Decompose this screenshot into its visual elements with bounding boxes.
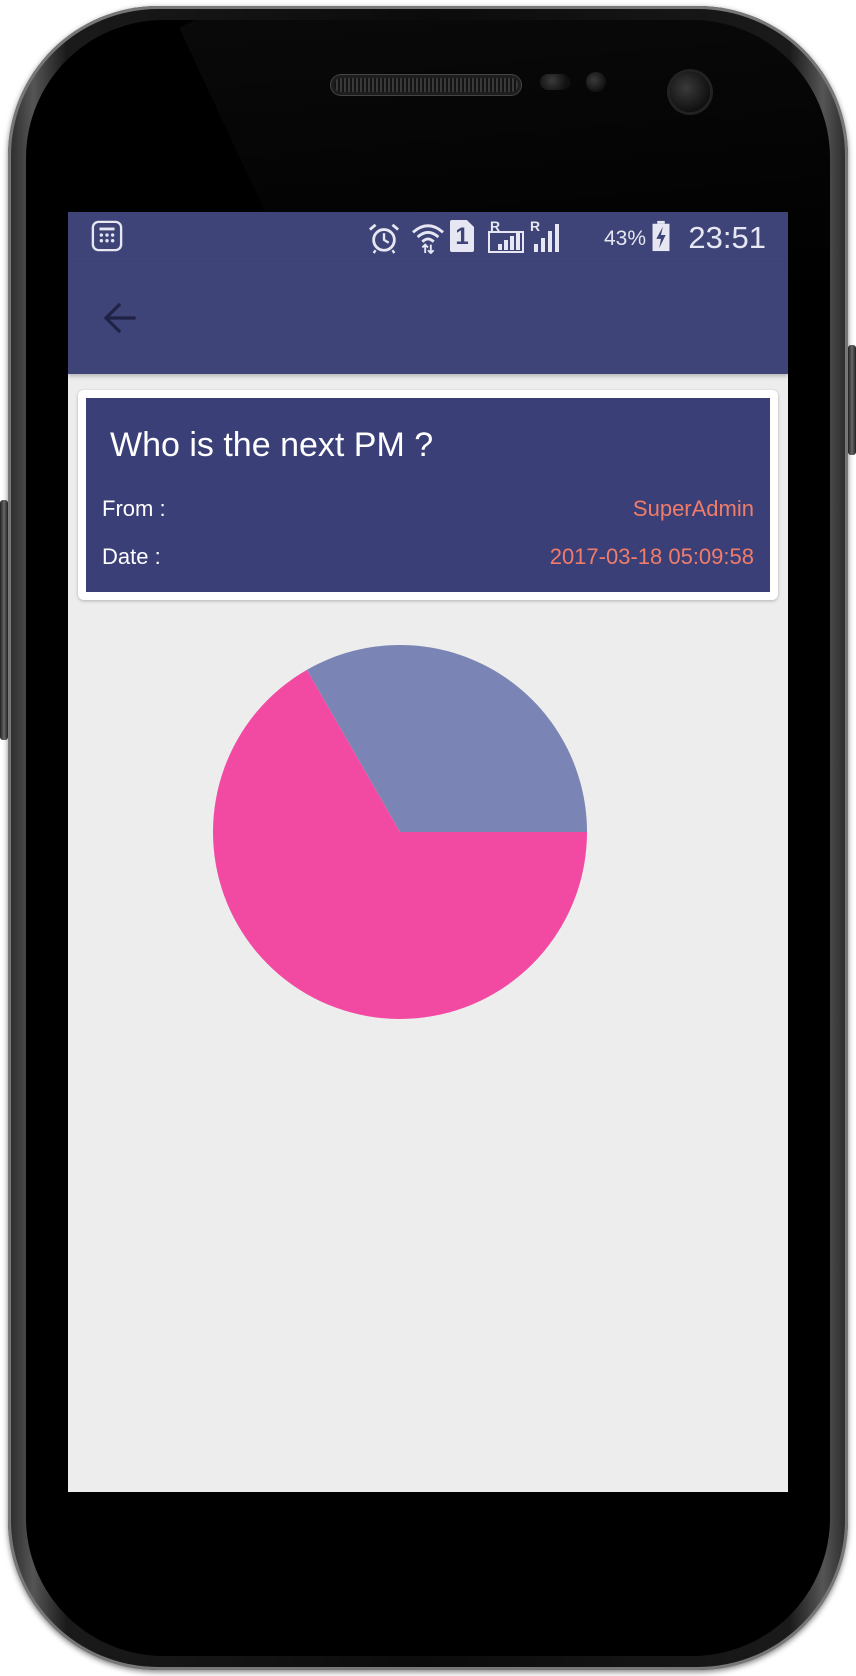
- app-screen: 1 R R 43% 23:51 Who is the next PM ? Fro…: [68, 212, 788, 1492]
- date-label: Date :: [102, 544, 161, 569]
- arrow-left-icon: [103, 302, 136, 334]
- sim-slot-number: 1: [455, 223, 469, 250]
- app-bar: [68, 262, 788, 374]
- date-value: 2017-03-18 05:09:58: [549, 544, 754, 569]
- calculator-notification-icon: [91, 220, 123, 252]
- battery-charging-icon: [652, 220, 670, 252]
- front-camera: [670, 72, 710, 112]
- volume-button: [0, 500, 8, 740]
- poll-title: Who is the next PM ?: [110, 426, 434, 464]
- poll-results-chart: [68, 632, 788, 1052]
- roaming-signal-2-icon: R: [528, 218, 564, 254]
- poll-info-panel: Who is the next PM ? From : SuperAdmin D…: [86, 398, 770, 592]
- proximity-sensor: [540, 74, 570, 90]
- power-button: [848, 345, 856, 455]
- back-button[interactable]: [88, 286, 152, 350]
- light-sensor: [586, 72, 606, 92]
- earpiece-speaker: [334, 78, 518, 92]
- status-bar: 1 R R 43% 23:51: [68, 212, 788, 262]
- battery-percentage: 43%: [604, 227, 647, 250]
- from-label: From :: [102, 496, 166, 521]
- roaming-signal-1-icon: R: [488, 218, 524, 254]
- wifi-icon: [412, 224, 444, 254]
- poll-info-card: Who is the next PM ? From : SuperAdmin D…: [78, 390, 778, 600]
- pie-chart: [213, 645, 588, 1019]
- sim-slot-icon: 1: [450, 220, 474, 252]
- alarm-icon: [368, 223, 400, 254]
- from-value: SuperAdmin: [632, 496, 754, 521]
- clock-time: 23:51: [688, 220, 766, 255]
